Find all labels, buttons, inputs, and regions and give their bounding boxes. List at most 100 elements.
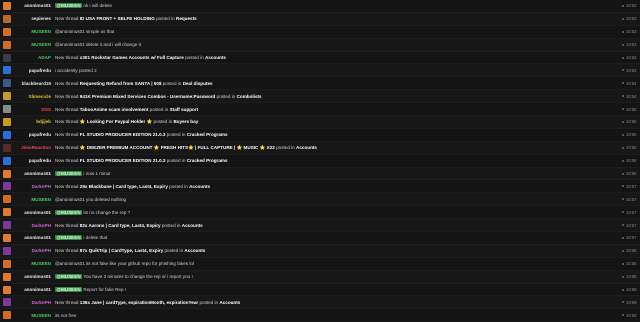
thread-title-link[interactable]: FL STUDIO PRODUCER EDITION 21.0.3 <box>80 158 166 163</box>
thread-title-link[interactable]: 82x Aarons | Card type, Last4, Expiry <box>80 223 161 228</box>
gold-avatar-icon[interactable] <box>3 117 11 126</box>
mention-tag[interactable]: @MUSEEN <box>55 171 83 177</box>
username-link[interactable]: DarknPH <box>11 300 51 305</box>
username-link[interactable]: MUSEEN <box>11 42 51 47</box>
username-link[interactable]: MUSEEN <box>11 313 51 318</box>
forum-link[interactable]: Accounts <box>205 55 226 60</box>
forum-link[interactable]: Staff support <box>170 107 199 112</box>
time-text: 10:54 <box>626 93 637 99</box>
orange-avatar-icon[interactable] <box>3 27 11 36</box>
forum-link[interactable]: Accounts <box>296 145 317 150</box>
forum-link[interactable]: Buyers bay <box>173 119 198 124</box>
dark-avatar-icon[interactable] <box>3 143 11 152</box>
dot-icon <box>622 69 624 72</box>
username-link[interactable]: papafredu <box>11 158 51 163</box>
username-link[interactable]: anonimus01 <box>11 3 51 8</box>
shout-message: @anonimus01 you deleted nothing <box>55 197 622 202</box>
blue-avatar-icon[interactable] <box>3 66 11 75</box>
orange-avatar-icon[interactable] <box>3 272 11 281</box>
thread-title-link[interactable]: 136x Jane | cardType, expirationMonth, e… <box>80 300 198 305</box>
thread-title-link[interactable]: TabooAnime scam involvement <box>80 107 149 112</box>
forum-link[interactable]: Combolists <box>237 94 262 99</box>
thread-title-link[interactable]: ID USA FRONT + SELFE HOLDING <box>80 16 155 21</box>
bear-avatar-icon[interactable] <box>3 14 11 23</box>
avatar-icon[interactable] <box>3 105 11 114</box>
orange-avatar-icon[interactable] <box>3 208 11 217</box>
username-link[interactable]: DSS <box>11 107 51 112</box>
orange-avatar-icon[interactable] <box>3 195 11 204</box>
forum-link[interactable]: Accounts <box>182 223 203 228</box>
timestamp: 10:57 <box>622 235 638 240</box>
purple-avatar-icon[interactable] <box>3 298 11 307</box>
shout-row: bdjijeb New thread ⭐ Looking For Paypal H… <box>0 116 640 129</box>
shout-message: @anonimus01 its not fake like your githu… <box>55 261 622 266</box>
thread-title-link[interactable]: 941K Premium Mixed Services Combos - Use… <box>80 94 216 99</box>
thread-posted-in: posted in <box>166 132 186 138</box>
thread-title-link[interactable]: 87x QuikTrip | CardType, Last4, Expiry <box>80 248 163 253</box>
thread-title-link[interactable]: Requesting Refund from SANTA | 50$ <box>80 81 162 86</box>
username-link[interactable]: papafredu <box>11 132 51 137</box>
mention-tag[interactable]: @MUSEEN <box>55 235 83 241</box>
shout-row: ADAP New thread x301 Rockstar Games Accou… <box>0 51 640 65</box>
username-link[interactable]: DarknPH <box>11 184 51 189</box>
username-link[interactable]: bdjijeb <box>11 119 51 124</box>
purple-avatar-icon[interactable] <box>3 221 11 230</box>
timestamp: 10:58 <box>622 274 638 279</box>
orange-avatar-icon[interactable] <box>3 169 11 178</box>
dark-avatar-icon[interactable] <box>3 53 11 62</box>
forum-link[interactable]: Accounts <box>219 300 240 305</box>
purple-avatar-icon[interactable] <box>3 246 11 255</box>
username-link[interactable]: DarknPH <box>11 248 51 253</box>
forum-link[interactable]: Deal disputes <box>183 81 213 86</box>
username-link[interactable]: JimsReaction <box>11 145 51 150</box>
username-link[interactable]: ADAP <box>11 55 51 60</box>
ship-avatar-icon[interactable] <box>3 79 11 88</box>
shout-message: New thread 941K Premium Mixed Services C… <box>55 94 622 99</box>
blue-avatar-icon[interactable] <box>3 156 11 165</box>
forum-link[interactable]: Requests <box>176 16 197 21</box>
shout-message: New thread ⭐ DEEZER PREMIUM ACCOUNT ⭐ FR… <box>55 145 622 151</box>
forum-link[interactable]: Accounts <box>184 248 205 253</box>
orange-avatar-icon[interactable] <box>3 259 11 268</box>
username-link[interactable]: sepienes <box>11 16 51 21</box>
username-link[interactable]: DarknPH <box>11 223 51 228</box>
orange-avatar-icon[interactable] <box>3 285 11 294</box>
username-link[interactable]: anonimus01 <box>11 274 51 279</box>
username-link[interactable]: anonimus01 <box>11 171 51 176</box>
shout-row: anonimus01 @MUSEEN i delete that 10:57 <box>0 232 640 245</box>
thread-title-link[interactable]: ⭐ Looking For Paypal Holder ⭐ <box>80 119 152 124</box>
timestamp: 10:55 <box>622 107 638 112</box>
timestamp: 10:59 <box>622 300 638 305</box>
mention-tag[interactable]: @MUSEEN <box>55 287 83 293</box>
blue-avatar-icon[interactable] <box>3 130 11 139</box>
forum-link[interactable]: Cracked Programs <box>187 158 228 163</box>
username-link[interactable]: anonimus01 <box>11 287 51 292</box>
orange-avatar-icon[interactable] <box>3 233 11 242</box>
username-link[interactable]: blackbeard19 <box>11 81 51 86</box>
thread-title-link[interactable]: FL STUDIO PRODUCER EDITION 21.0.3 <box>80 132 166 137</box>
forum-link[interactable]: Accounts <box>189 184 210 189</box>
username-link[interactable]: MUSEEN <box>11 29 51 34</box>
thread-title-link[interactable]: ⭐ DEEZER PREMIUM ACCOUNT ⭐ FRESH HITS⭐ |… <box>80 145 275 150</box>
orange-avatar-icon[interactable] <box>3 1 11 10</box>
username-link[interactable]: MUSEEN <box>11 261 51 266</box>
orange-avatar-icon[interactable] <box>3 311 11 320</box>
username-link[interactable]: MUSEEN <box>11 197 51 202</box>
timestamp: 10:56 <box>622 171 638 176</box>
shout-message: New thread x301 Rockstar Games Accounts … <box>55 55 622 60</box>
orange-avatar-icon[interactable] <box>3 40 11 49</box>
username-link[interactable]: Slimecicle <box>11 94 51 99</box>
forum-link[interactable]: Cracked Programs <box>187 132 228 137</box>
username-link[interactable]: papafredu <box>11 68 51 73</box>
mention-tag[interactable]: @MUSEEN <box>55 209 83 215</box>
shout-row: DarknPH New thread 87x QuikTrip | CardTyp… <box>0 244 640 258</box>
mention-tag[interactable]: @MUSEEN <box>55 274 83 280</box>
gold-avatar-icon[interactable] <box>3 92 11 101</box>
mention-tag[interactable]: @MUSEEN <box>55 3 83 9</box>
username-link[interactable]: anonimus01 <box>11 235 51 240</box>
thread-title-link[interactable]: 29x Blackbane | Card type, Last4, Expiry <box>80 184 168 189</box>
message-text: ok i will delete <box>83 3 113 9</box>
thread-title-link[interactable]: x301 Rockstar Games Accounts w/ Full Cap… <box>80 55 184 60</box>
username-link[interactable]: anonimus01 <box>11 210 51 215</box>
purple-avatar-icon[interactable] <box>3 182 11 191</box>
